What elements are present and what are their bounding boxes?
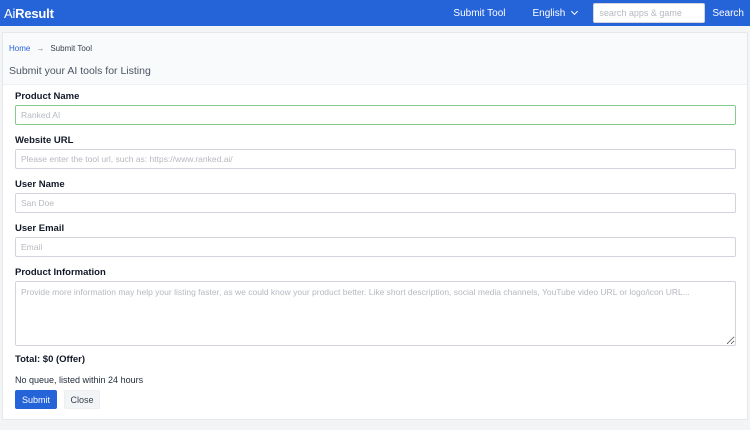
breadcrumb-separator: → (36, 44, 45, 53)
product-name-input[interactable] (15, 105, 736, 125)
product-name-label: Product Name (15, 91, 80, 102)
brand-logo[interactable]: AiResult (4, 6, 54, 21)
submit-tool-card: Home → Submit Tool Submit your AI tools … (2, 32, 748, 420)
card-header: Home → Submit Tool Submit your AI tools … (3, 33, 747, 85)
search-button[interactable]: Search (712, 8, 744, 19)
listing-note: No queue, listed within 24 hours (15, 375, 144, 385)
search-input[interactable] (593, 3, 706, 23)
submit-form: Product Name Website URL User Name User … (3, 85, 747, 409)
submit-button[interactable]: Submit (15, 390, 57, 409)
brand-suffix: Result (15, 5, 54, 21)
top-navbar: AiResult Submit Tool English Search (0, 0, 750, 26)
breadcrumb-current: Submit Tool (50, 44, 92, 53)
product-info-label: Product Information (15, 267, 106, 278)
close-button[interactable]: Close (64, 390, 100, 409)
user-name-input[interactable] (15, 193, 736, 213)
product-info-textarea[interactable] (15, 281, 736, 346)
website-url-label: Website URL (15, 135, 74, 146)
total-price: Total: $0 (Offer) (15, 354, 86, 365)
breadcrumb: Home → Submit Tool (9, 44, 741, 53)
language-label: English (532, 7, 566, 19)
form-buttons: Submit Close (15, 390, 735, 409)
brand-prefix: Ai (4, 5, 16, 21)
language-dropdown[interactable]: English (532, 7, 579, 19)
nav-submit-tool-link[interactable]: Submit Tool (453, 8, 505, 19)
user-email-input[interactable] (15, 237, 736, 257)
chevron-down-icon (571, 7, 579, 16)
user-name-label: User Name (15, 179, 65, 190)
website-url-input[interactable] (15, 149, 736, 169)
breadcrumb-home-link[interactable]: Home (9, 44, 30, 53)
page-title: Submit your AI tools for Listing (9, 65, 151, 77)
user-email-label: User Email (15, 223, 65, 234)
